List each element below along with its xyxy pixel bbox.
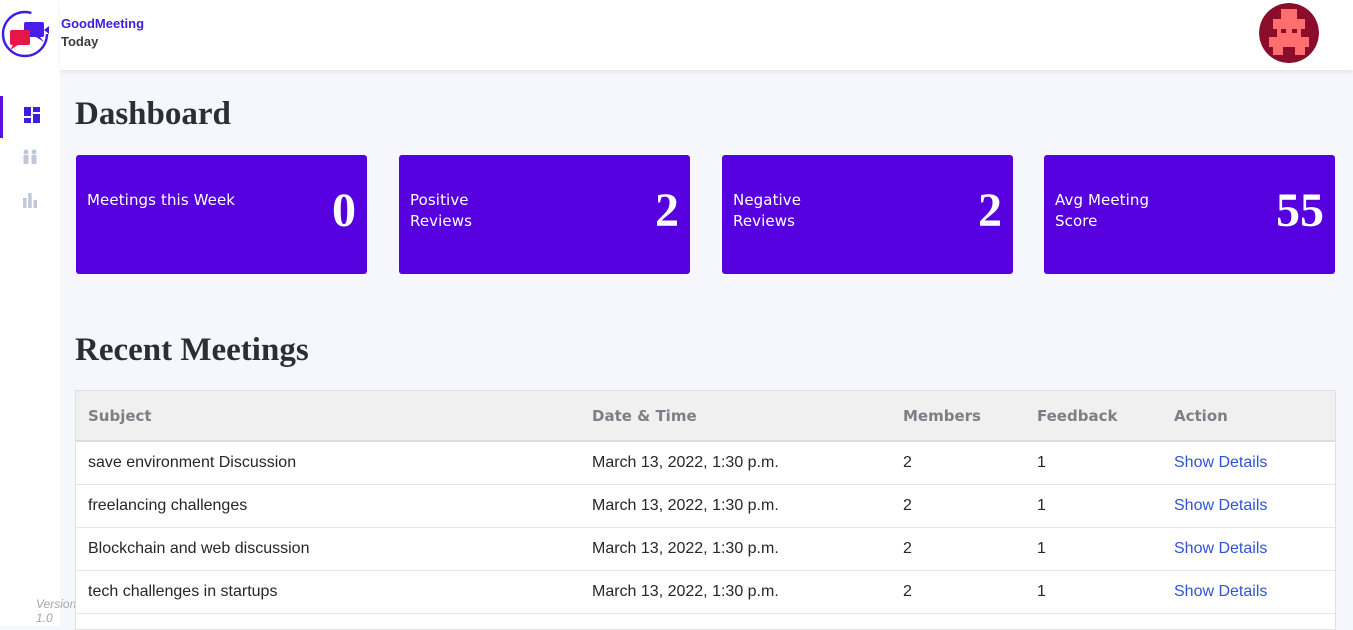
cell-feedback: 1 [1037, 496, 1046, 514]
cell-members: 2 [903, 539, 912, 557]
stat-card-negative-reviews: Negative Reviews 2 [722, 155, 1013, 274]
table-row: save environment Discussion March 13, 20… [76, 441, 1335, 484]
bar-chart-icon [22, 192, 38, 213]
sidebar-item-dashboard[interactable] [0, 96, 60, 138]
top-bar [60, 0, 1353, 70]
cell-feedback: 1 [1037, 582, 1046, 600]
cell-feedback: 1 [1037, 539, 1046, 557]
cell-subject: save environment Discussion [88, 453, 297, 471]
table-row: freelancing challenges March 13, 2022, 1… [76, 484, 1335, 527]
stat-card-label: Positive Reviews [410, 191, 473, 230]
show-details-link[interactable]: Show Details [1174, 583, 1267, 600]
cell-subject: Blockchain and web discussion [88, 539, 310, 557]
recent-meetings-table: Subject Date & Time Members Feedback Act… [75, 390, 1336, 630]
page-title: Dashboard [75, 96, 231, 132]
column-header-action: Action [1162, 391, 1335, 442]
stat-card-avg-score: Avg Meeting Score 55 [1044, 155, 1335, 274]
cell-members: 2 [903, 453, 912, 471]
column-header-datetime: Date & Time [580, 391, 891, 442]
show-details-link[interactable]: Show Details [1174, 540, 1267, 557]
cell-members: 2 [903, 582, 912, 600]
stat-card-value: 0 [332, 184, 356, 237]
brand-name-line2: Today [61, 34, 99, 49]
version-label: Version 1.0 [36, 597, 77, 625]
cell-datetime: March 13, 2022, 1:30 p.m. [592, 496, 779, 514]
show-details-link[interactable]: Show Details [1174, 454, 1267, 471]
cell-subject: tech challenges in startups [88, 582, 278, 600]
stat-card-label: Negative Reviews [733, 191, 802, 230]
sidebar-item-reports[interactable] [0, 181, 60, 223]
dashboard-icon [23, 106, 40, 128]
sidebar-item-members[interactable] [0, 138, 60, 180]
table-header-row: Subject Date & Time Members Feedback Act… [76, 391, 1335, 442]
stat-card-label: Avg Meeting Score [1055, 191, 1150, 230]
sidebar: Version 1.0 [0, 0, 76, 626]
brand-name-line1: GoodMeeting [61, 16, 145, 31]
show-details-link[interactable]: Show Details [1174, 497, 1267, 514]
table-row: tech challenges in startups March 13, 20… [76, 570, 1335, 613]
column-header-subject: Subject [76, 391, 580, 442]
cell-subject: freelancing challenges [88, 496, 248, 514]
stat-card-value: 55 [1276, 184, 1324, 237]
cell-datetime: March 13, 2022, 1:30 p.m. [592, 539, 779, 557]
column-header-feedback: Feedback [1025, 391, 1162, 442]
cell-datetime: March 13, 2022, 1:30 p.m. [592, 582, 779, 600]
table-row: Blockchain and web discussion March 13, … [76, 527, 1335, 570]
cell-feedback: 1 [1037, 453, 1046, 471]
members-icon [21, 149, 39, 170]
avatar[interactable] [1259, 3, 1319, 63]
section-title: Recent Meetings [75, 332, 309, 368]
stat-card-meetings-week: Meetings this Week 0 [76, 155, 367, 274]
stat-card-label: Meetings this Week [87, 191, 236, 209]
cell-members: 2 [903, 496, 912, 514]
stat-card-value: 2 [655, 184, 679, 237]
brand-name[interactable]: GoodMeeting Today [61, 15, 144, 51]
stat-card-value: 2 [978, 184, 1002, 237]
logo-icon[interactable] [0, 6, 60, 62]
cell-datetime: March 13, 2022, 1:30 p.m. [592, 453, 779, 471]
stat-card-positive-reviews: Positive Reviews 2 [399, 155, 690, 274]
column-header-members: Members [891, 391, 1025, 442]
